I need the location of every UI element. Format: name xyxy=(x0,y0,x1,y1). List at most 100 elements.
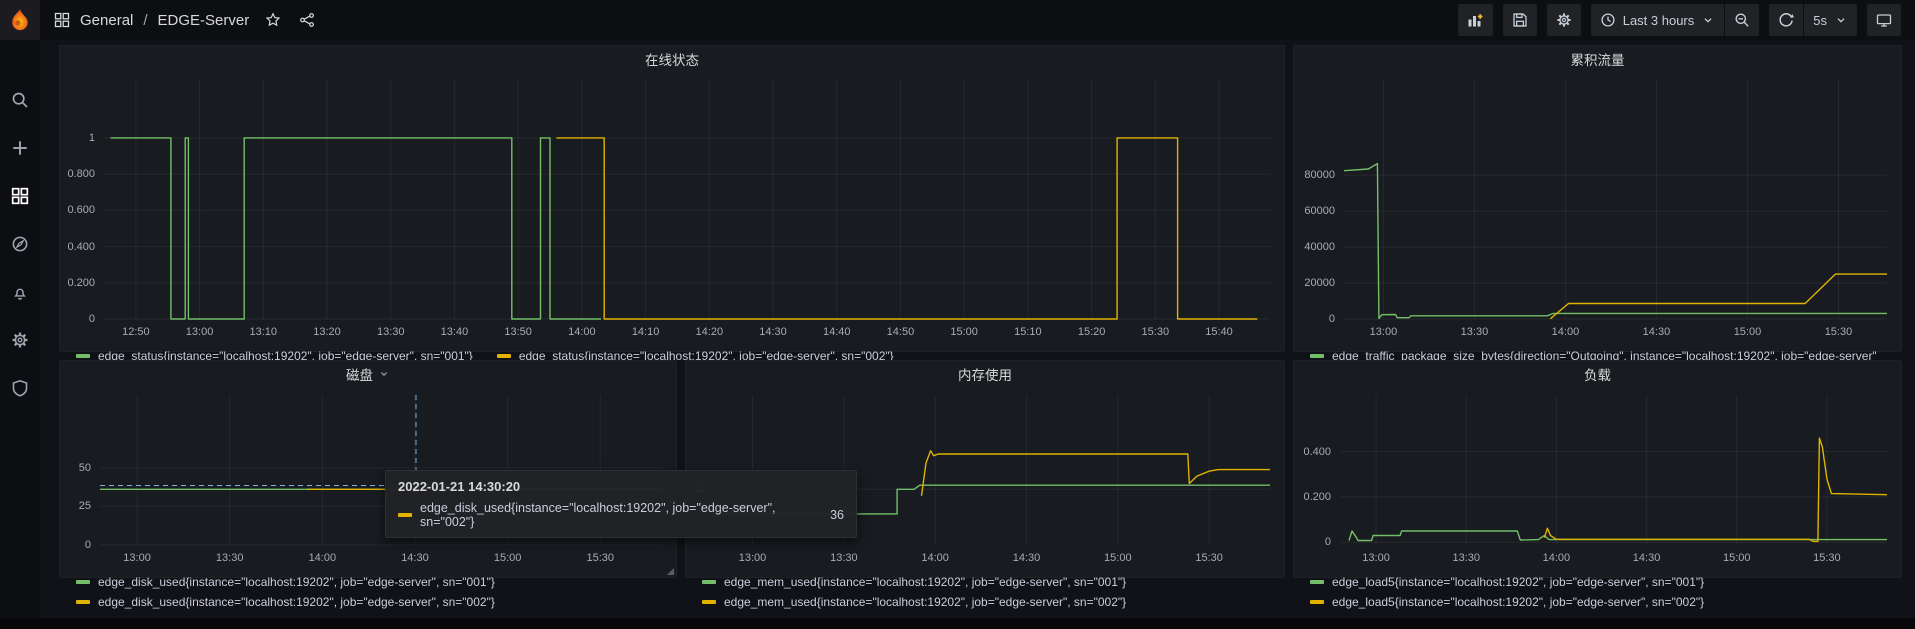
x-tick-label: 12:50 xyxy=(108,326,164,338)
legend-label: edge_mem_used{instance="localhost:19202"… xyxy=(724,595,1126,609)
legend-swatch xyxy=(497,354,511,358)
chart-online-status[interactable]: 10.8000.6000.4000.200012:5013:0013:1013:… xyxy=(60,72,1284,348)
y-tick-label: 0.400 xyxy=(60,240,95,254)
series-line xyxy=(1344,164,1887,319)
y-tick-label: 0.200 xyxy=(60,276,95,290)
panel-online-status: 在线状态 10.8000.6000.4000.200012:5013:0013:… xyxy=(59,45,1285,352)
zoom-out-icon xyxy=(1734,12,1750,28)
sidebar-item-explore[interactable] xyxy=(0,222,40,266)
chart-traffic[interactable]: 80000600004000020000013:0013:3014:0014:3… xyxy=(1294,72,1901,348)
y-tick-label: 0.400 xyxy=(1294,445,1331,459)
panel-header-load[interactable]: 负载 xyxy=(1294,361,1901,387)
legend-item[interactable]: edge_mem_used{instance="localhost:19202"… xyxy=(702,595,1276,609)
x-tick-label: 14:00 xyxy=(554,326,610,338)
y-tick-label: 0 xyxy=(60,538,91,552)
legend-label: edge_disk_used{instance="localhost:19202… xyxy=(98,575,495,589)
x-tick-label: 15:20 xyxy=(1064,326,1120,338)
x-tick-label: 15:00 xyxy=(1719,326,1775,338)
chart-svg xyxy=(1294,72,1901,343)
sidebar-item-server-admin[interactable] xyxy=(0,366,40,410)
panel-disk: 磁盘 5025013:0013:3014:0014:3015:0015:30 e… xyxy=(59,360,677,578)
sidebar-item-search[interactable] xyxy=(0,78,40,122)
legend-swatch xyxy=(76,354,90,358)
dashboard-settings-button[interactable] xyxy=(1547,4,1581,36)
x-tick-label: 14:30 xyxy=(745,326,801,338)
time-range-picker[interactable]: Last 3 hours xyxy=(1591,4,1725,36)
panel-traffic: 累积流量 80000600004000020000013:0013:3014:0… xyxy=(1293,45,1902,352)
monitor-icon xyxy=(1876,12,1892,28)
breadcrumb-section[interactable]: General xyxy=(80,12,133,29)
x-tick-label: 15:30 xyxy=(1127,326,1183,338)
legend-swatch xyxy=(1310,580,1324,584)
legend-swatch xyxy=(76,600,90,604)
x-tick-label: 15:30 xyxy=(1181,552,1237,564)
y-tick-label: 0 xyxy=(1294,312,1335,326)
chart-load[interactable]: 0.4000.200013:0013:3014:0014:3015:0015:3… xyxy=(1294,387,1901,574)
y-tick-label: 0 xyxy=(60,312,95,326)
series-line xyxy=(556,138,1257,319)
panel-resize-handle[interactable] xyxy=(667,568,674,575)
panel-header-memory[interactable]: 内存使用 xyxy=(686,361,1284,387)
toolbar: Last 3 hours 5s xyxy=(1458,4,1901,36)
panel-header-disk[interactable]: 磁盘 xyxy=(60,361,676,387)
search-icon xyxy=(11,91,29,109)
chart-svg xyxy=(60,72,1284,343)
share-button[interactable] xyxy=(299,12,315,28)
breadcrumb-separator: / xyxy=(143,12,147,29)
chart-tooltip: 2022-01-21 14:30:20 edge_disk_used{insta… xyxy=(385,470,857,538)
series-line xyxy=(1544,438,1887,541)
legend-item[interactable]: edge_disk_used{instance="localhost:19202… xyxy=(76,575,668,589)
panel-header-online-status[interactable]: 在线状态 xyxy=(60,46,1284,72)
breadcrumb: General / EDGE-Server xyxy=(54,12,315,29)
series-line xyxy=(1550,274,1887,319)
shield-icon xyxy=(11,379,29,397)
legend-swatch xyxy=(76,580,90,584)
clock-icon xyxy=(1600,12,1616,28)
panel-header-traffic[interactable]: 累积流量 xyxy=(1294,46,1901,72)
add-panel-button[interactable] xyxy=(1458,4,1493,36)
legend-item[interactable]: edge_load5{instance="localhost:19202", j… xyxy=(1310,575,1893,589)
x-tick-label: 15:00 xyxy=(1709,552,1765,564)
refresh-button[interactable] xyxy=(1769,4,1803,36)
star-button[interactable] xyxy=(265,12,281,28)
grafana-flame-icon xyxy=(7,7,33,33)
sidebar-item-alerting[interactable] xyxy=(0,270,40,314)
refresh-icon xyxy=(1778,12,1794,28)
refresh-interval-dropdown[interactable]: 5s xyxy=(1804,4,1857,36)
sidebar-item-create[interactable] xyxy=(0,126,40,170)
panel-memory: 内存使用 1213:0013:3014:0014:3015:0015:30 ed… xyxy=(685,360,1285,578)
sidebar-item-dashboards[interactable] xyxy=(0,174,40,218)
grafana-logo[interactable] xyxy=(0,0,40,40)
x-tick-label: 13:30 xyxy=(1438,552,1494,564)
x-tick-label: 15:00 xyxy=(1090,552,1146,564)
legend-label: edge_disk_used{instance="localhost:19202… xyxy=(98,595,495,609)
legend-label: edge_mem_used{instance="localhost:19202"… xyxy=(724,575,1126,589)
legend-memory: edge_mem_used{instance="localhost:19202"… xyxy=(686,574,1284,616)
legend-item[interactable]: edge_mem_used{instance="localhost:19202"… xyxy=(702,575,1276,589)
x-tick-label: 13:30 xyxy=(1446,326,1502,338)
chevron-down-icon xyxy=(1834,13,1848,27)
save-dashboard-button[interactable] xyxy=(1503,4,1537,36)
y-tick-label: 0.200 xyxy=(1294,490,1331,504)
legend-item[interactable]: edge_load5{instance="localhost:19202", j… xyxy=(1310,595,1893,609)
y-tick-label: 40000 xyxy=(1294,240,1335,254)
add-panel-icon xyxy=(1467,12,1484,29)
x-tick-label: 13:20 xyxy=(299,326,355,338)
legend-swatch xyxy=(1310,600,1324,604)
x-tick-label: 13:00 xyxy=(725,552,781,564)
x-tick-label: 14:00 xyxy=(294,552,350,564)
sidebar-item-configuration[interactable] xyxy=(0,318,40,362)
panel-menu-caret-icon xyxy=(378,368,390,380)
legend-label: edge_load5{instance="localhost:19202", j… xyxy=(1332,595,1704,609)
y-tick-label: 60000 xyxy=(1294,204,1335,218)
dashboards-grid-icon xyxy=(11,187,29,205)
x-tick-label: 13:30 xyxy=(363,326,419,338)
tv-mode-button[interactable] xyxy=(1867,4,1901,36)
legend-swatch xyxy=(1310,354,1324,358)
y-tick-label: 50 xyxy=(60,461,91,475)
panel-title: 在线状态 xyxy=(645,49,699,69)
zoom-out-button[interactable] xyxy=(1725,4,1759,36)
x-tick-label: 14:30 xyxy=(387,552,443,564)
legend-item[interactable]: edge_disk_used{instance="localhost:19202… xyxy=(76,595,668,609)
x-tick-label: 13:00 xyxy=(172,326,228,338)
